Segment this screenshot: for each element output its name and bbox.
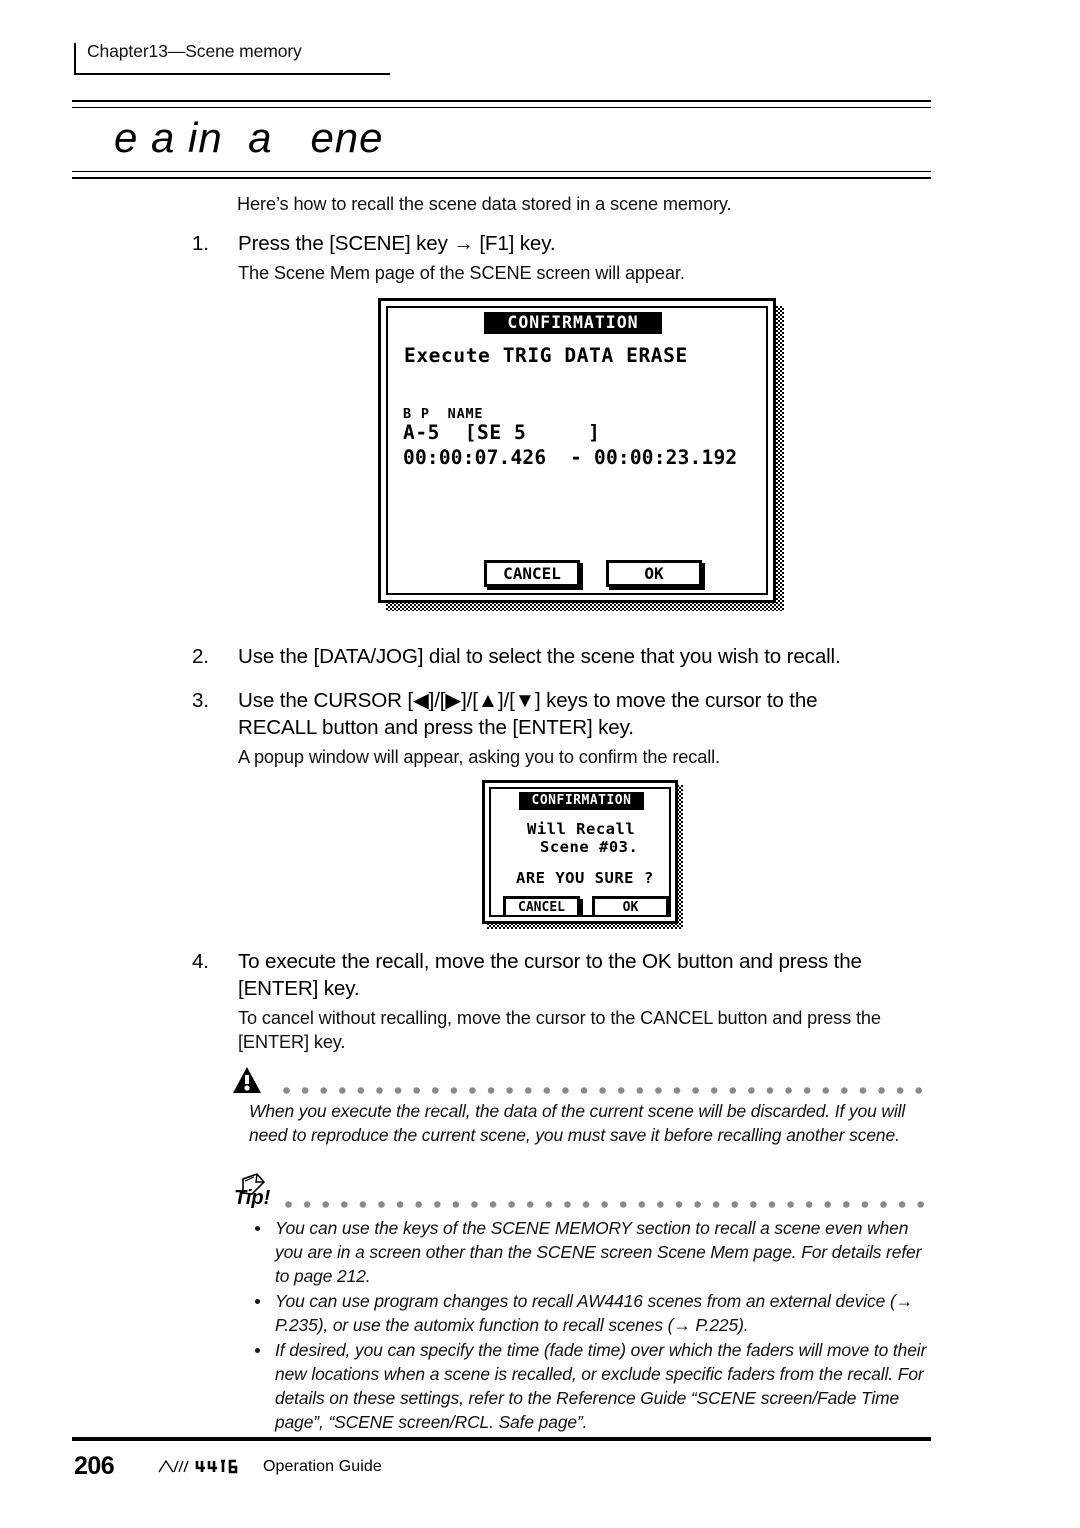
footer-guide-label: Operation Guide — [263, 1458, 382, 1475]
step-3-number: 3. — [192, 689, 209, 712]
page-title-block: e a in a ene — [72, 100, 931, 180]
list-item: You can use the keys of the SCENE MEMORY… — [249, 1216, 935, 1288]
tip-bullet-2: You can use program changes to recall AW… — [275, 1291, 913, 1336]
header-accent-bar — [74, 43, 76, 73]
step-4-number: 4. — [192, 950, 209, 973]
lcd-popup-frame: CONFIRMATION Will Recall Scene #03. ARE … — [482, 780, 678, 924]
warning-dot-rule — [282, 1086, 932, 1095]
lcd-popup-ok-button[interactable]: OK — [592, 896, 669, 915]
step-1: 1. Press the [SCENE] key → [F1] key. The… — [192, 231, 932, 285]
lcd-titlebar: CONFIRMATION — [484, 312, 662, 334]
step-3: 3. Use the CURSOR [◀]/[▶]/[▲]/[▼] keys t… — [192, 688, 892, 769]
page-title: e a in a ene — [114, 114, 384, 161]
step-3-text: Use the CURSOR [◀]/[▶]/[▲]/[▼] keys to m… — [238, 689, 818, 739]
step-1-note: The Scene Mem page of the SCENE screen w… — [238, 262, 685, 283]
header-rule — [74, 73, 390, 75]
lcd-popup-line-will-recall: Will Recall — [527, 820, 636, 838]
list-item: You can use program changes to recall AW… — [249, 1289, 935, 1337]
step-1-text: Press the [SCENE] key → [F1] key. — [238, 232, 556, 255]
lcd-popup-titlebar: CONFIRMATION — [519, 792, 644, 810]
step-2-number: 2. — [192, 645, 209, 668]
lcd-line-execute: Execute TRIG DATA ERASE — [404, 344, 688, 367]
lcd-popup-line-are-you-sure: ARE YOU SURE ? — [516, 869, 654, 887]
lcd-row-bank-name: A-5 [SE 5 ] — [403, 421, 601, 444]
step-4: 4. To execute the recall, move the curso… — [192, 949, 922, 1054]
bullet-marker-icon — [255, 1298, 260, 1304]
lcd-frame: CONFIRMATION Execute TRIG DATA ERASE B P… — [378, 298, 776, 603]
step-2: 2. Use the [DATA/JOG] dial to select the… — [192, 644, 947, 671]
running-header: Chapter13—Scene memory — [74, 41, 390, 76]
step-3-note: A popup window will appear, asking you t… — [238, 746, 720, 767]
tip-bullet-list: You can use the keys of the SCENE MEMORY… — [249, 1216, 935, 1435]
bullet-marker-icon — [255, 1347, 260, 1353]
footer-rule — [72, 1437, 931, 1441]
tip-dot-rule — [284, 1200, 932, 1209]
step-4-note: To cancel without recalling, move the cu… — [238, 1007, 881, 1052]
title-rule-top — [72, 100, 931, 108]
lcd-popup-line-scene-number: Scene #03. — [540, 838, 639, 856]
lcd-popup-cancel-button[interactable]: CANCEL — [503, 896, 580, 915]
warning-text: When you execute the recall, the data of… — [249, 1101, 906, 1146]
step-2-text: Use the [DATA/JOG] dial to select the sc… — [238, 645, 841, 668]
warning-triangle-icon — [233, 1067, 261, 1093]
document-page: Chapter13—Scene memory e a in a ene Here… — [0, 0, 1080, 1528]
lcd-cancel-button[interactable]: CANCEL — [484, 560, 580, 587]
title-rule-bottom — [72, 171, 931, 180]
lcd-ok-button[interactable]: OK — [606, 560, 702, 587]
step-1-number: 1. — [192, 232, 209, 255]
bullet-marker-icon — [255, 1225, 260, 1231]
tip-bullet-1: You can use the keys of the SCENE MEMORY… — [275, 1218, 922, 1287]
aw4416-logo-icon — [158, 1459, 238, 1474]
chapter-label: Chapter13—Scene memory — [87, 41, 302, 61]
tip-label: Tip! — [234, 1187, 271, 1209]
page-number: 206 — [74, 1452, 115, 1480]
lcd-popup-display-area: CONFIRMATION Will Recall Scene #03. ARE … — [489, 787, 671, 917]
step-4-text: To execute the recall, move the cursor t… — [238, 950, 862, 1000]
lcd-screen-confirmation-trig-erase: CONFIRMATION Execute TRIG DATA ERASE B P… — [378, 298, 784, 611]
lcd-column-headers: B P NAME — [403, 406, 484, 422]
lcd-row-timecode-range: 00:00:07.426 - 00:00:23.192 — [403, 446, 738, 469]
tip-bullet-3: If desired, you can specify the time (fa… — [275, 1340, 927, 1433]
lcd-display-area: CONFIRMATION Execute TRIG DATA ERASE B P… — [386, 306, 768, 595]
lcd-popup-confirm-recall: CONFIRMATION Will Recall Scene #03. ARE … — [482, 780, 683, 929]
list-item: If desired, you can specify the time (fa… — [249, 1338, 935, 1434]
intro-paragraph: Here’s how to recall the scene data stor… — [237, 194, 732, 214]
